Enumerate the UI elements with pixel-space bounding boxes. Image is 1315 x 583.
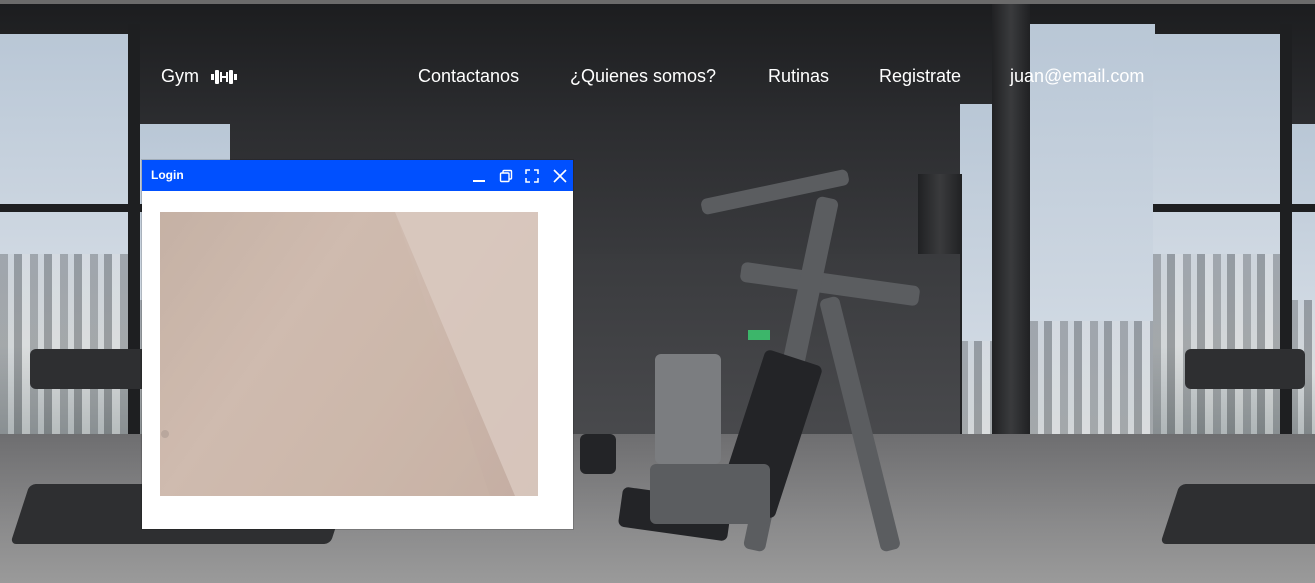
brand-name: Gym [161,66,199,86]
login-window: Login [142,160,573,529]
minimize-icon[interactable] [469,166,489,186]
fullscreen-icon[interactable] [522,166,542,186]
nav-link-rutinas[interactable]: Rutinas [768,66,829,87]
login-window-title: Login [151,168,184,182]
dumbbell-icon [211,69,237,85]
nav-link-registrate[interactable]: Registrate [879,66,961,87]
brand-logo[interactable]: Gym [161,66,237,87]
restore-icon[interactable] [496,166,516,186]
close-icon[interactable] [550,166,570,186]
nav-link-quienes-somos[interactable]: ¿Quienes somos? [570,66,716,87]
top-navbar: Gym Contactanos ¿Quienes somos? Rutinas … [0,60,1315,94]
login-window-titlebar[interactable]: Login [142,160,573,191]
camera-feed [160,212,538,496]
nav-user-email[interactable]: juan@email.com [1010,66,1144,87]
nav-link-contactanos[interactable]: Contactanos [418,66,519,87]
